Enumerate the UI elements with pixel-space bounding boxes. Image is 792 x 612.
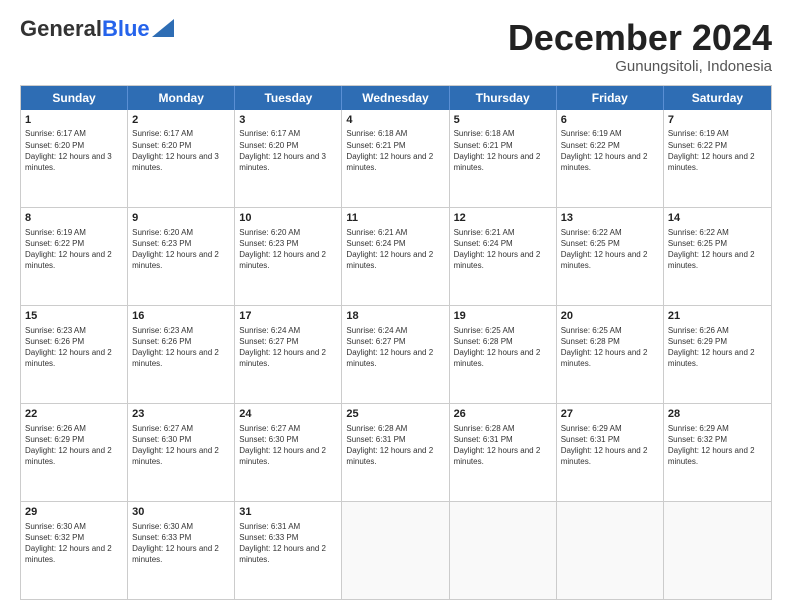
logo-arrow-icon	[152, 19, 174, 37]
cell-dec-10: 10 Sunrise: 6:20 AMSunset: 6:23 PMDaylig…	[235, 208, 342, 305]
cell-dec-26: 26 Sunrise: 6:28 AMSunset: 6:31 PMDaylig…	[450, 404, 557, 501]
header-saturday: Saturday	[664, 86, 771, 110]
cell-dec-11: 11 Sunrise: 6:21 AMSunset: 6:24 PMDaylig…	[342, 208, 449, 305]
header: GeneralBlue December 2024 Gunungsitoli, …	[20, 18, 772, 75]
cell-dec-28: 28 Sunrise: 6:29 AMSunset: 6:32 PMDaylig…	[664, 404, 771, 501]
cell-dec-24: 24 Sunrise: 6:27 AMSunset: 6:30 PMDaylig…	[235, 404, 342, 501]
cell-dec-8: 8 Sunrise: 6:19 AMSunset: 6:22 PMDayligh…	[21, 208, 128, 305]
header-sunday: Sunday	[21, 86, 128, 110]
cell-dec-31: 31 Sunrise: 6:31 AMSunset: 6:33 PMDaylig…	[235, 502, 342, 599]
logo-general: General	[20, 16, 102, 41]
cell-dec-5: 5 Sunrise: 6:18 AMSunset: 6:21 PMDayligh…	[450, 110, 557, 207]
cell-dec-9: 9 Sunrise: 6:20 AMSunset: 6:23 PMDayligh…	[128, 208, 235, 305]
calendar-header: Sunday Monday Tuesday Wednesday Thursday…	[21, 86, 771, 110]
cell-dec-13: 13 Sunrise: 6:22 AMSunset: 6:25 PMDaylig…	[557, 208, 664, 305]
cell-dec-16: 16 Sunrise: 6:23 AMSunset: 6:26 PMDaylig…	[128, 306, 235, 403]
week-row-3: 15 Sunrise: 6:23 AMSunset: 6:26 PMDaylig…	[21, 305, 771, 403]
cell-dec-14: 14 Sunrise: 6:22 AMSunset: 6:25 PMDaylig…	[664, 208, 771, 305]
cell-dec-2: 2 Sunrise: 6:17 AMSunset: 6:20 PMDayligh…	[128, 110, 235, 207]
week-row-1: 1 Sunrise: 6:17 AMSunset: 6:20 PMDayligh…	[21, 110, 771, 207]
cell-empty-3	[557, 502, 664, 599]
header-tuesday: Tuesday	[235, 86, 342, 110]
header-friday: Friday	[557, 86, 664, 110]
cell-dec-3: 3 Sunrise: 6:17 AMSunset: 6:20 PMDayligh…	[235, 110, 342, 207]
cell-dec-20: 20 Sunrise: 6:25 AMSunset: 6:28 PMDaylig…	[557, 306, 664, 403]
cell-dec-25: 25 Sunrise: 6:28 AMSunset: 6:31 PMDaylig…	[342, 404, 449, 501]
cell-dec-22: 22 Sunrise: 6:26 AMSunset: 6:29 PMDaylig…	[21, 404, 128, 501]
cell-dec-29: 29 Sunrise: 6:30 AMSunset: 6:32 PMDaylig…	[21, 502, 128, 599]
cell-empty-2	[450, 502, 557, 599]
week-row-5: 29 Sunrise: 6:30 AMSunset: 6:32 PMDaylig…	[21, 501, 771, 599]
cell-dec-18: 18 Sunrise: 6:24 AMSunset: 6:27 PMDaylig…	[342, 306, 449, 403]
cell-dec-27: 27 Sunrise: 6:29 AMSunset: 6:31 PMDaylig…	[557, 404, 664, 501]
logo-text: GeneralBlue	[20, 18, 150, 40]
page: GeneralBlue December 2024 Gunungsitoli, …	[0, 0, 792, 612]
cell-dec-30: 30 Sunrise: 6:30 AMSunset: 6:33 PMDaylig…	[128, 502, 235, 599]
cell-dec-7: 7 Sunrise: 6:19 AMSunset: 6:22 PMDayligh…	[664, 110, 771, 207]
cell-dec-19: 19 Sunrise: 6:25 AMSunset: 6:28 PMDaylig…	[450, 306, 557, 403]
cell-dec-17: 17 Sunrise: 6:24 AMSunset: 6:27 PMDaylig…	[235, 306, 342, 403]
cell-empty-1	[342, 502, 449, 599]
calendar-body: 1 Sunrise: 6:17 AMSunset: 6:20 PMDayligh…	[21, 110, 771, 599]
cell-dec-6: 6 Sunrise: 6:19 AMSunset: 6:22 PMDayligh…	[557, 110, 664, 207]
logo: GeneralBlue	[20, 18, 174, 40]
cell-dec-21: 21 Sunrise: 6:26 AMSunset: 6:29 PMDaylig…	[664, 306, 771, 403]
cell-empty-4	[664, 502, 771, 599]
cell-dec-1: 1 Sunrise: 6:17 AMSunset: 6:20 PMDayligh…	[21, 110, 128, 207]
cell-dec-4: 4 Sunrise: 6:18 AMSunset: 6:21 PMDayligh…	[342, 110, 449, 207]
cell-dec-23: 23 Sunrise: 6:27 AMSunset: 6:30 PMDaylig…	[128, 404, 235, 501]
cell-dec-12: 12 Sunrise: 6:21 AMSunset: 6:24 PMDaylig…	[450, 208, 557, 305]
calendar: Sunday Monday Tuesday Wednesday Thursday…	[20, 85, 772, 600]
header-monday: Monday	[128, 86, 235, 110]
cell-dec-15: 15 Sunrise: 6:23 AMSunset: 6:26 PMDaylig…	[21, 306, 128, 403]
header-wednesday: Wednesday	[342, 86, 449, 110]
header-thursday: Thursday	[450, 86, 557, 110]
logo-blue: Blue	[102, 16, 150, 41]
month-title: December 2024	[508, 18, 772, 58]
week-row-4: 22 Sunrise: 6:26 AMSunset: 6:29 PMDaylig…	[21, 403, 771, 501]
week-row-2: 8 Sunrise: 6:19 AMSunset: 6:22 PMDayligh…	[21, 207, 771, 305]
location: Gunungsitoli, Indonesia	[508, 58, 772, 75]
title-block: December 2024 Gunungsitoli, Indonesia	[508, 18, 772, 75]
